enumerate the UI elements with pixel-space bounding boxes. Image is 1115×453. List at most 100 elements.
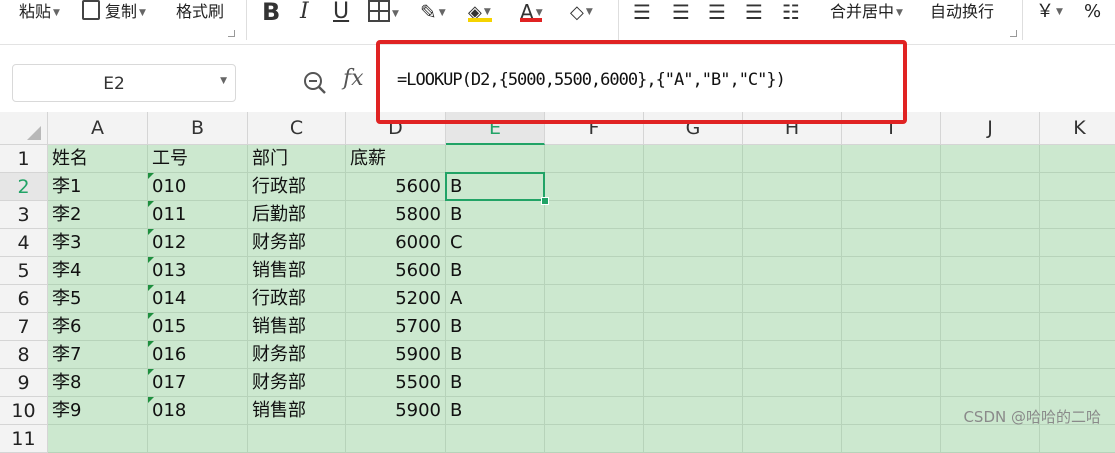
cell-A6[interactable]: 李5 <box>48 285 148 313</box>
cell-C3[interactable]: 后勤部 <box>248 201 346 229</box>
paste-button[interactable]: 粘贴 ▼ <box>19 0 60 24</box>
cell-F10[interactable] <box>545 397 644 425</box>
cell-G8[interactable] <box>644 341 743 369</box>
cell-A10[interactable]: 李9 <box>48 397 148 425</box>
column-header[interactable]: H <box>743 112 842 145</box>
cell-K3[interactable] <box>1040 201 1115 229</box>
cell-G9[interactable] <box>644 369 743 397</box>
borders-button[interactable]: ▼ <box>368 0 399 24</box>
cell-F4[interactable] <box>545 229 644 257</box>
cell-E3[interactable]: B <box>446 201 545 229</box>
cell-K11[interactable] <box>1040 425 1115 453</box>
cell-G10[interactable] <box>644 397 743 425</box>
cell-J8[interactable] <box>941 341 1040 369</box>
cell-F11[interactable] <box>545 425 644 453</box>
cell-B9[interactable]: 017 <box>148 369 248 397</box>
row-header[interactable]: 10 <box>0 397 48 425</box>
cell-E6[interactable]: A <box>446 285 545 313</box>
cell-K9[interactable] <box>1040 369 1115 397</box>
row-header[interactable]: 11 <box>0 425 48 453</box>
cell-E9[interactable]: B <box>446 369 545 397</box>
cell-H9[interactable] <box>743 369 842 397</box>
cell-A3[interactable]: 李2 <box>48 201 148 229</box>
cell-A7[interactable]: 李6 <box>48 313 148 341</box>
cell-C11[interactable] <box>248 425 346 453</box>
cell-E7[interactable]: B <box>446 313 545 341</box>
cell-D2[interactable]: 5600 <box>346 173 446 201</box>
cell-E2[interactable]: B <box>446 173 545 201</box>
column-header[interactable]: K <box>1040 112 1115 145</box>
cell-A4[interactable]: 李3 <box>48 229 148 257</box>
align-left-icon[interactable]: ☰ <box>633 0 651 24</box>
name-box[interactable]: E2 ▼ <box>12 64 236 102</box>
cell-D10[interactable]: 5900 <box>346 397 446 425</box>
align-right-icon[interactable]: ☰ <box>708 0 726 24</box>
underline-button[interactable]: U <box>333 0 349 24</box>
cell-H4[interactable] <box>743 229 842 257</box>
cell-E4[interactable]: C <box>446 229 545 257</box>
column-header[interactable]: C <box>248 112 346 145</box>
cell-C9[interactable]: 财务部 <box>248 369 346 397</box>
cell-J3[interactable] <box>941 201 1040 229</box>
row-header[interactable]: 4 <box>0 229 48 257</box>
cell-C1[interactable]: 部门 <box>248 145 346 173</box>
cell-K2[interactable] <box>1040 173 1115 201</box>
cell-I7[interactable] <box>842 313 941 341</box>
column-header[interactable]: D <box>346 112 446 145</box>
formula-input[interactable]: =LOOKUP(D2,{5000,5500,6000},{"A","B","C"… <box>397 70 786 90</box>
cell-F6[interactable] <box>545 285 644 313</box>
cell-K4[interactable] <box>1040 229 1115 257</box>
cell-A11[interactable] <box>48 425 148 453</box>
cell-G7[interactable] <box>644 313 743 341</box>
format-brush-dropdown-icon[interactable]: ▼ <box>439 8 446 18</box>
cell-H1[interactable] <box>743 145 842 173</box>
column-header[interactable]: I <box>842 112 941 145</box>
cell-C6[interactable]: 行政部 <box>248 285 346 313</box>
row-header[interactable]: 6 <box>0 285 48 313</box>
cell-B1[interactable]: 工号 <box>148 145 248 173</box>
cell-I9[interactable] <box>842 369 941 397</box>
cell-A1[interactable]: 姓名 <box>48 145 148 173</box>
cell-D7[interactable]: 5700 <box>346 313 446 341</box>
cell-B6[interactable]: 014 <box>148 285 248 313</box>
cell-J1[interactable] <box>941 145 1040 173</box>
format-painter-button[interactable]: 格式刷 <box>176 0 224 24</box>
cell-J2[interactable] <box>941 173 1040 201</box>
cell-F5[interactable] <box>545 257 644 285</box>
cell-G3[interactable] <box>644 201 743 229</box>
cell-J9[interactable] <box>941 369 1040 397</box>
cell-H5[interactable] <box>743 257 842 285</box>
cell-E10[interactable]: B <box>446 397 545 425</box>
cell-I10[interactable] <box>842 397 941 425</box>
insert-function-icon[interactable]: fx <box>343 66 364 91</box>
cell-H8[interactable] <box>743 341 842 369</box>
column-header[interactable]: F <box>545 112 644 145</box>
name-box-dropdown-icon[interactable]: ▼ <box>220 76 227 86</box>
cell-F9[interactable] <box>545 369 644 397</box>
cell-G2[interactable] <box>644 173 743 201</box>
distributed-align-icon[interactable]: ☷ <box>782 0 800 24</box>
cell-D11[interactable] <box>346 425 446 453</box>
cell-B4[interactable]: 012 <box>148 229 248 257</box>
cell-E1[interactable] <box>446 145 545 173</box>
cell-G6[interactable] <box>644 285 743 313</box>
cell-F8[interactable] <box>545 341 644 369</box>
cell-J7[interactable] <box>941 313 1040 341</box>
cell-H11[interactable] <box>743 425 842 453</box>
cell-F3[interactable] <box>545 201 644 229</box>
cell-K8[interactable] <box>1040 341 1115 369</box>
italic-button[interactable]: I <box>300 0 309 24</box>
cell-B8[interactable]: 016 <box>148 341 248 369</box>
cell-J5[interactable] <box>941 257 1040 285</box>
copy-button[interactable]: 复制 ▼ <box>82 0 146 24</box>
cell-J6[interactable] <box>941 285 1040 313</box>
cell-C5[interactable]: 销售部 <box>248 257 346 285</box>
alignment-group-launcher-icon[interactable] <box>1010 30 1017 37</box>
cell-C8[interactable]: 财务部 <box>248 341 346 369</box>
cell-B11[interactable] <box>148 425 248 453</box>
column-header[interactable]: A <box>48 112 148 145</box>
zoom-icon[interactable] <box>302 70 328 96</box>
cell-D9[interactable]: 5500 <box>346 369 446 397</box>
font-color-button[interactable]: A ▼ <box>520 0 543 24</box>
cell-F2[interactable] <box>545 173 644 201</box>
